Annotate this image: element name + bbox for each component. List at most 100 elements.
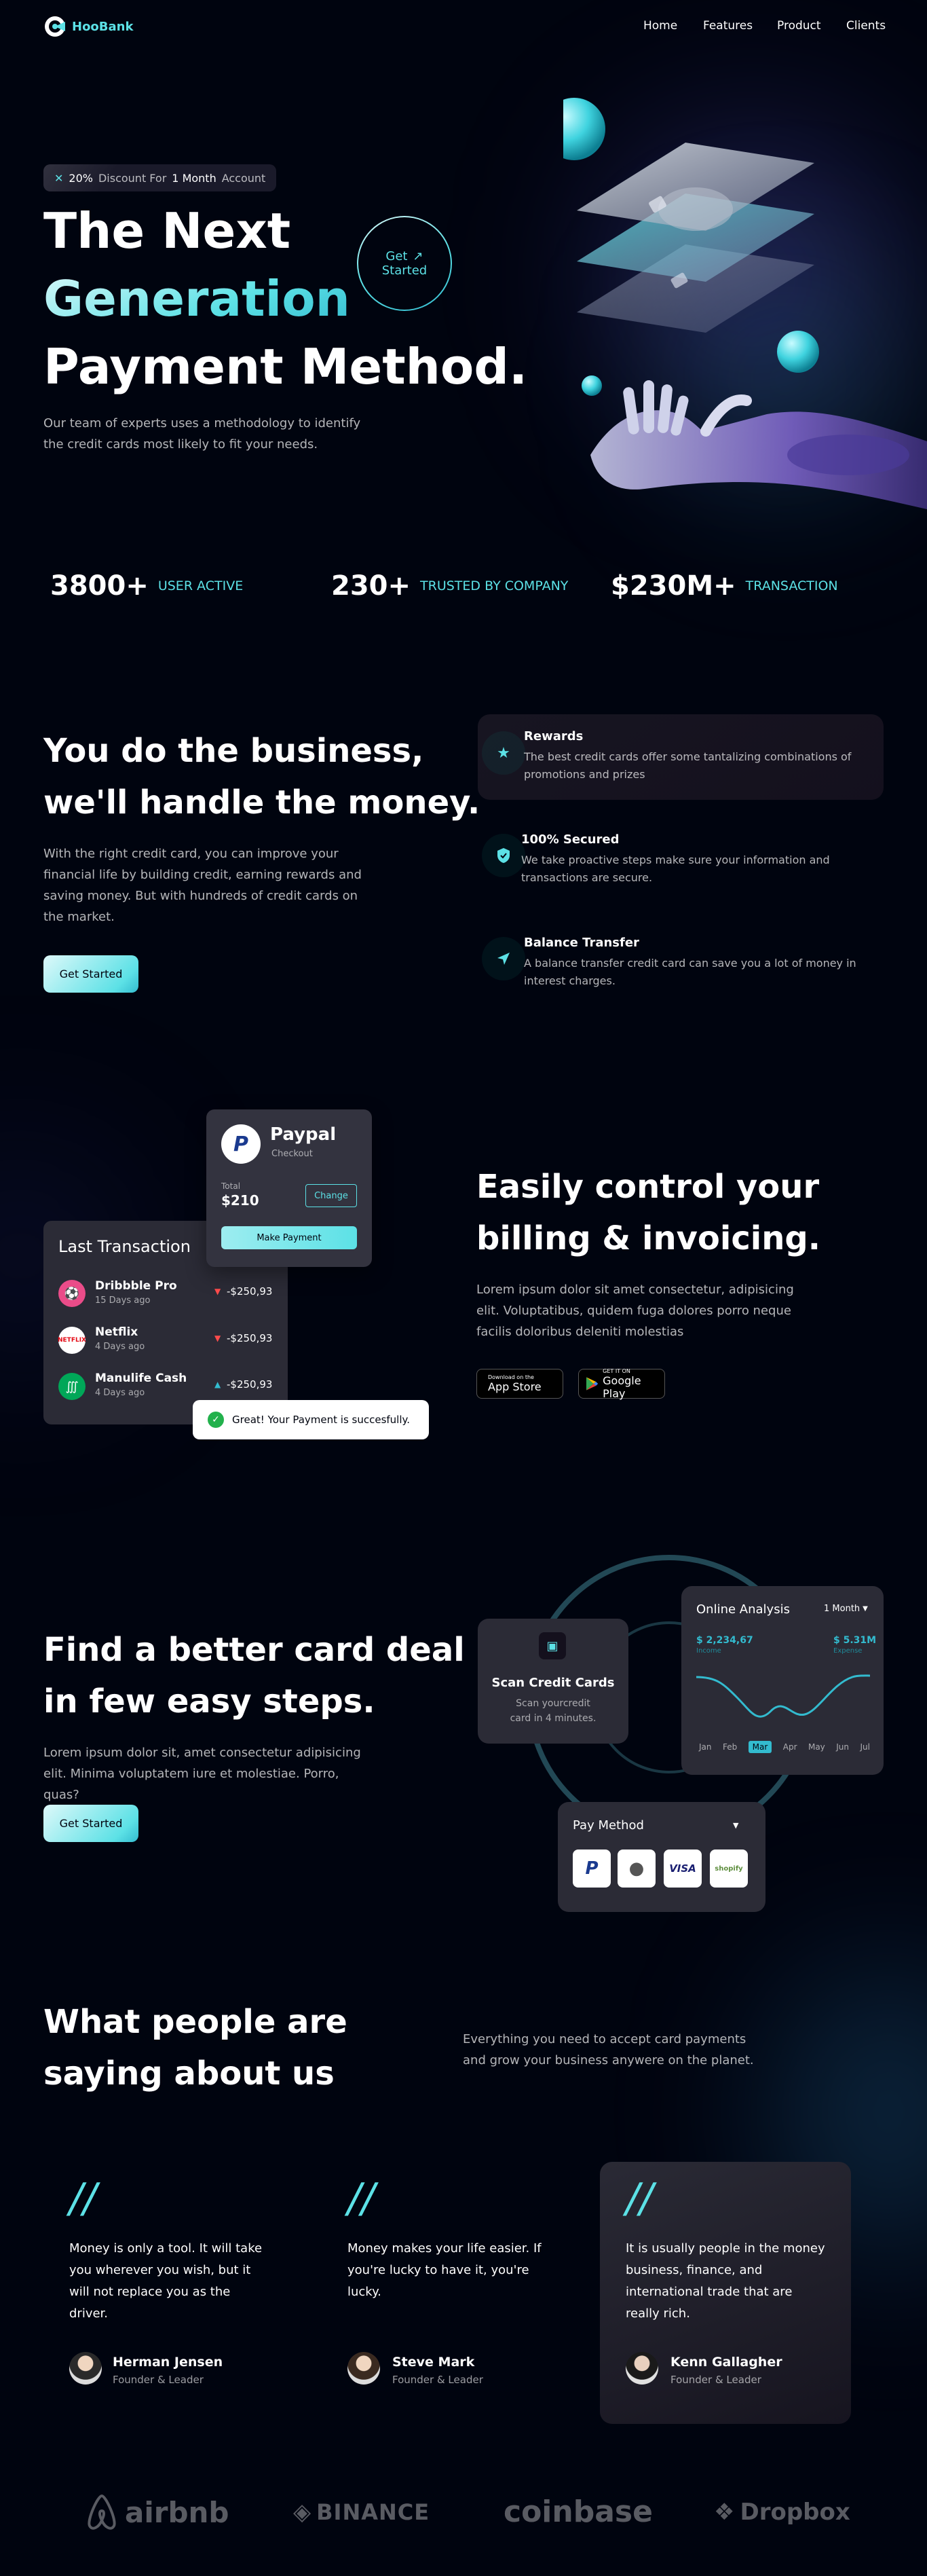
transaction-name: Dribbble Pro (95, 1279, 177, 1293)
paypal-option[interactable]: P (573, 1850, 611, 1888)
month-label[interactable]: Jan (699, 1742, 712, 1753)
month-label[interactable]: Jul (860, 1742, 869, 1753)
month-label[interactable]: Feb (723, 1742, 737, 1753)
quote-icon: // (626, 2175, 654, 2222)
discount-month: 1 Month (172, 171, 216, 185)
feature-text: The best credit cards offer some tantali… (524, 750, 852, 781)
discount-badge: ✕ 20% Discount For 1 Month Account (43, 164, 277, 191)
nav-product[interactable]: Product (777, 19, 821, 33)
airbnb-logo[interactable]: airbnb (84, 2493, 229, 2531)
stat-label: TRUSTED BY COMPANY (420, 578, 569, 593)
google-play-button[interactable]: GET IT ON Google Play (578, 1367, 665, 1400)
make-payment-button[interactable]: Make Payment (221, 1226, 357, 1249)
brand-logo[interactable]: HooBank (43, 15, 133, 38)
feature-title: Rewards (524, 729, 584, 743)
stat-item: $230M+ TRANSACTION (611, 570, 838, 602)
quote-icon: // (69, 2175, 97, 2222)
expense-value: $ 5.31M (833, 1635, 877, 1646)
stat-item: 230+ TRUSTED BY COMPANY (331, 570, 568, 602)
get-started-text1: Get (385, 249, 408, 263)
carddeal-title-line1: Find a better card deal (43, 1631, 465, 1669)
client-name: Dropbox (740, 2499, 850, 2526)
nav-home[interactable]: Home (643, 19, 677, 33)
testimonials-title-line1: What people are (43, 2003, 347, 2041)
stat-label: USER ACTIVE (157, 578, 244, 593)
hero-title-line1: The Next (43, 202, 291, 259)
dropbox-logo[interactable]: ❖ Dropbox (714, 2499, 850, 2526)
discount-text: Discount For (98, 171, 167, 185)
toast-text: Great! Your Payment is succesfully. (232, 1414, 411, 1426)
coinbase-logo[interactable]: coinbase (504, 2495, 653, 2529)
business-description: With the right credit card, you can impr… (43, 847, 362, 924)
arrow-down-icon: ▼ (214, 1287, 221, 1296)
get-started-circle[interactable]: Get ↗ Started (357, 216, 452, 311)
feature-title: Balance Transfer (524, 936, 639, 950)
app-store-button[interactable]: Download on the App Store (476, 1369, 563, 1399)
brand-name: HooBank (72, 19, 134, 34)
shield-icon (497, 848, 510, 863)
testimonials-description: Everything you need to accept card payme… (463, 2032, 754, 2067)
stat-value: $230M+ (611, 570, 736, 602)
hero-cards-robot-hand (543, 98, 927, 509)
caret-down-icon: ▼ (863, 1605, 868, 1613)
carddeal-title-line2: in few easy steps. (43, 1682, 375, 1721)
testimonial-name: Herman Jensen (113, 2355, 223, 2370)
testimonial-name: Steve Mark (392, 2355, 475, 2370)
scan-title: Scan Credit Cards (491, 1676, 615, 1690)
period-value: 1 Month (824, 1604, 860, 1614)
carddeal-description: Lorem ipsum dolor sit, amet consectetur … (43, 1746, 361, 1802)
paypal-total-label: Total (221, 1181, 241, 1191)
dribbble-icon: ⚽ (58, 1280, 86, 1307)
scan-text: Scan yourcredit card in 4 minutes. (510, 1698, 597, 1724)
testimonial-role: Founder & Leader (113, 2374, 204, 2386)
testimonial-quote: Money makes your life easier. If you're … (347, 2241, 542, 2299)
app-store-big: App Store (488, 1380, 542, 1393)
google-play-icon (586, 1377, 599, 1391)
feature-text: We take proactive steps make sure your i… (521, 853, 830, 884)
paypal-change-button[interactable]: Change (305, 1184, 357, 1207)
month-label[interactable]: May (808, 1742, 825, 1753)
transaction-amount: -$250,93 (227, 1378, 273, 1391)
business-title-line1: You do the business, (43, 732, 424, 770)
nav-clients[interactable]: Clients (846, 19, 886, 33)
client-name: coinbase (504, 2495, 653, 2529)
shopify-option[interactable]: shopify (710, 1850, 748, 1888)
transaction-name: Manulife Cash (95, 1372, 187, 1385)
income-value: $ 2,234,67 (696, 1635, 753, 1646)
hero-description: Our team of experts uses a methodology t… (43, 416, 361, 452)
transaction-amount: -$250,93 (227, 1285, 273, 1298)
business-title-line2: we'll handle the money. (43, 784, 480, 822)
period-dropdown[interactable]: 1 Month ▼ (824, 1604, 868, 1614)
carddeal-get-started-button[interactable]: Get Started (43, 1805, 138, 1842)
analysis-title: Online Analysis (696, 1602, 790, 1617)
caret-down-icon[interactable]: ▼ (733, 1821, 738, 1830)
apple-option[interactable]: ● (618, 1850, 656, 1888)
manulife-icon: ∭ (58, 1373, 86, 1400)
check-circle-icon: ✓ (208, 1412, 224, 1428)
month-label[interactable]: Apr (783, 1742, 797, 1753)
transaction-date: 4 Days ago (95, 1342, 145, 1352)
nav-features[interactable]: Features (703, 19, 753, 33)
binance-icon: ◈ (293, 2499, 311, 2526)
billing-title-line2: billing & invoicing. (476, 1219, 820, 1257)
stat-label: TRANSACTION (745, 578, 838, 593)
payment-success-toast: ✓ Great! Your Payment is succesfully. (193, 1400, 429, 1439)
star-icon: ★ (497, 744, 510, 762)
binance-logo[interactable]: ◈ BINANCE (293, 2499, 430, 2526)
quote-icon: // (347, 2175, 375, 2222)
month-label-active[interactable]: Mar (748, 1741, 772, 1753)
visa-option[interactable]: VISA (664, 1850, 702, 1888)
google-play-small: GET IT ON (603, 1367, 630, 1374)
month-label[interactable]: Jun (836, 1742, 849, 1753)
avatar (347, 2352, 380, 2385)
stat-value: 230+ (331, 570, 411, 602)
billing-description: Lorem ipsum dolor sit amet consectetur, … (476, 1283, 794, 1339)
business-get-started-button[interactable]: Get Started (43, 955, 138, 993)
stat-item: 3800+ USER ACTIVE (50, 570, 243, 602)
logo-icon (45, 16, 65, 37)
testimonial-quote: It is usually people in the money busine… (626, 2241, 825, 2321)
dropbox-icon: ❖ (714, 2499, 735, 2526)
paypal-sub: Checkout (271, 1149, 313, 1159)
scan-icon: ▣ (539, 1632, 566, 1659)
analysis-line-chart (696, 1674, 870, 1718)
